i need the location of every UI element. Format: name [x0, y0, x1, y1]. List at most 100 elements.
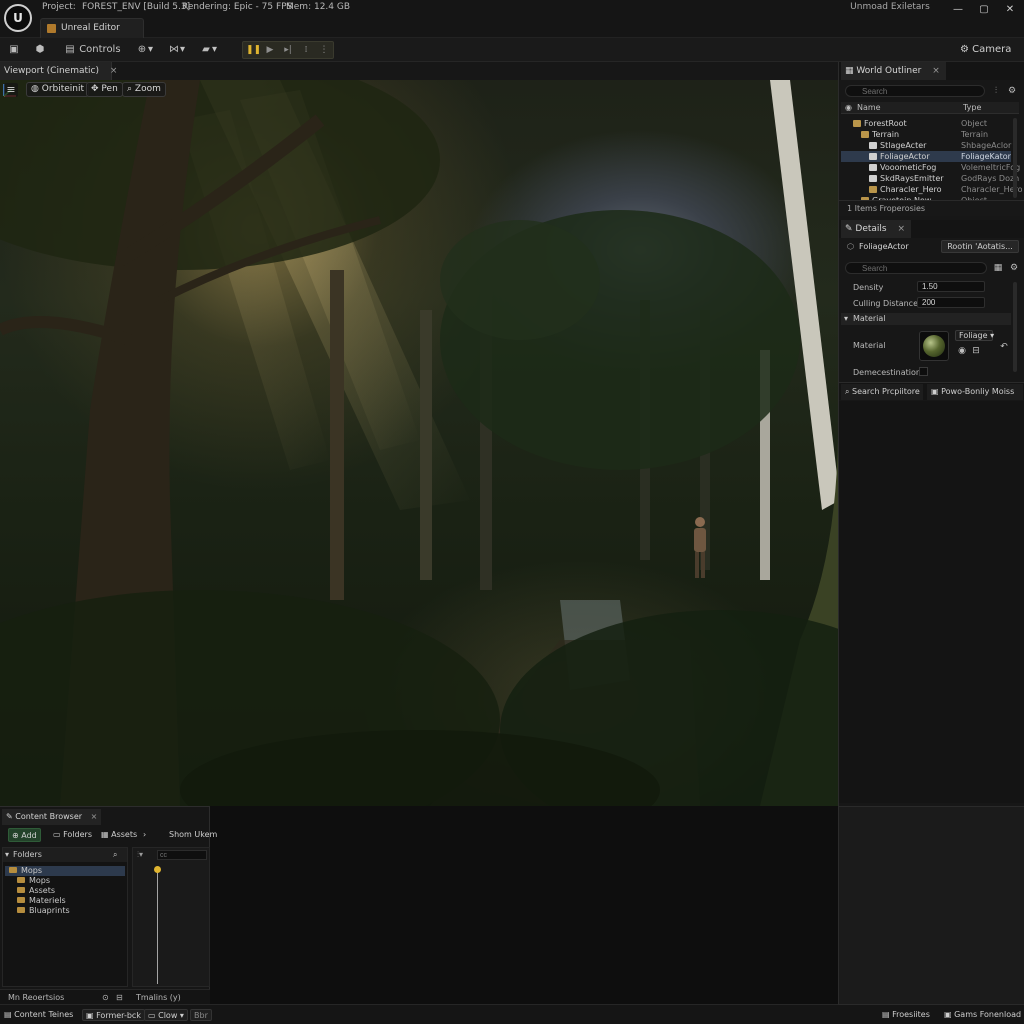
- save-icon[interactable]: ▣: [8, 42, 20, 58]
- filter-icon[interactable]: ⫶▾: [137, 850, 143, 860]
- zoom-button[interactable]: ⌕ Zoom: [122, 82, 166, 97]
- outliner-row-type: Object: [961, 119, 988, 128]
- content-drawer-button[interactable]: ▤ Content Teines: [4, 1009, 73, 1021]
- search-icon[interactable]: ⌕: [113, 848, 117, 862]
- close-icon[interactable]: ×: [91, 812, 98, 821]
- output-log-button[interactable]: ▣ Former-bck: [82, 1009, 145, 1021]
- settings-icon[interactable]: ⊙: [102, 992, 109, 1004]
- timeline-scrubber[interactable]: [157, 868, 158, 984]
- material-thumbnail[interactable]: [919, 331, 949, 361]
- close-icon[interactable]: ✕: [1002, 3, 1018, 17]
- viewport-scene[interactable]: [0, 80, 838, 806]
- outliner-row-type: VolemeltricFog: [961, 163, 1021, 172]
- details-search-input[interactable]: [845, 262, 987, 274]
- download-icon: ▣: [944, 1010, 952, 1019]
- chevron-down-icon: ▾: [179, 1011, 184, 1020]
- folder-item[interactable]: Bluaprints: [5, 906, 125, 916]
- folder-item[interactable]: Mops: [5, 876, 125, 886]
- add-button[interactable]: ⊕ Add: [8, 828, 41, 842]
- camera-button[interactable]: ⚙ Camera: [960, 42, 1011, 58]
- folder-item[interactable]: Materiels: [5, 896, 125, 906]
- material-label: Material: [853, 341, 886, 350]
- snap-icon[interactable]: ⊟: [116, 992, 123, 1004]
- actor-component-button[interactable]: Rootin 'Aotatis...: [941, 240, 1019, 253]
- outliner-row[interactable]: StlageActer ShbageAclor: [841, 140, 1011, 151]
- details-scrollbar[interactable]: [1013, 282, 1017, 372]
- tab-details[interactable]: ✎ Details ×: [841, 220, 912, 238]
- viewport-menu-icon[interactable]: ≡: [4, 83, 18, 97]
- more-prop-checkbox[interactable]: [919, 367, 928, 376]
- material-section-header[interactable]: ▾ Material: [841, 313, 1011, 325]
- outliner-row[interactable]: VooometicFog VolemeltricFog: [841, 162, 1020, 173]
- pan-button[interactable]: ✥ Pen: [86, 82, 123, 97]
- reset-icon[interactable]: ↶: [999, 342, 1009, 352]
- folders-button[interactable]: ▭ Folders: [50, 828, 95, 842]
- close-icon[interactable]: ×: [898, 224, 906, 234]
- tab-power-modes[interactable]: ▣ Powo-Bonliy Moiss: [927, 384, 1023, 400]
- show-item-button[interactable]: Shom Ukem: [166, 828, 220, 842]
- log-icon: ▣: [86, 1011, 94, 1020]
- density-field[interactable]: [917, 281, 985, 292]
- eject-icon[interactable]: ⁞: [299, 43, 313, 57]
- play-options-icon[interactable]: ⋮: [317, 43, 331, 57]
- filter-icon[interactable]: ⫶: [991, 86, 1001, 96]
- source-control-icon[interactable]: ⬢: [34, 42, 46, 58]
- pan-icon: ✥: [91, 84, 99, 94]
- tab-viewport[interactable]: Viewport (Cinematic) ×: [0, 62, 117, 80]
- chevron-down-icon: ▾: [844, 314, 849, 323]
- outliner-search-input[interactable]: [845, 85, 985, 97]
- assets-button[interactable]: ▦ Assets: [98, 828, 140, 842]
- tab-search-properties[interactable]: ⌕ Search Prcpiitore: [841, 384, 923, 400]
- culling-distance-field[interactable]: [917, 297, 985, 308]
- favorites-button[interactable]: ▤ Froesiites: [882, 1009, 930, 1021]
- close-icon[interactable]: ×: [110, 66, 118, 76]
- details-icon: ✎: [845, 224, 853, 234]
- folder-item[interactable]: Assets: [5, 886, 125, 896]
- use-selected-icon[interactable]: ⊟: [971, 346, 981, 356]
- outliner-row[interactable]: Terrain Terrain: [841, 129, 1011, 140]
- tab-world-outliner[interactable]: ▦ World Outliner ×: [841, 62, 946, 80]
- tab-content-browser[interactable]: ✎ Content Browser ×: [2, 809, 102, 825]
- window-tab[interactable]: Unreal Editor: [40, 18, 144, 38]
- visibility-icon: ◉: [845, 103, 852, 112]
- scrubber-handle-icon[interactable]: [154, 866, 161, 873]
- camera-label: Camera: [972, 44, 1012, 55]
- outliner-row[interactable]: SkdRaysEmitter GodRays Dozh: [841, 173, 1019, 184]
- console-input[interactable]: Bbr: [190, 1009, 212, 1021]
- step-icon[interactable]: ▸|: [281, 43, 295, 57]
- col-name[interactable]: Name: [857, 102, 881, 114]
- maximize-icon[interactable]: ▢: [976, 3, 992, 17]
- browse-icon[interactable]: ◉: [957, 346, 967, 356]
- folders-header-label: Folders: [13, 850, 42, 859]
- outliner-scrollbar[interactable]: [1013, 118, 1017, 198]
- gear-icon[interactable]: ⚙: [1009, 263, 1019, 273]
- gear-icon[interactable]: ⚙: [1007, 86, 1017, 96]
- material-select[interactable]: Foliage ▾: [955, 330, 994, 341]
- outliner-row[interactable]: FoliageActor FoliageKator: [841, 151, 1011, 162]
- chevron-right-icon[interactable]: ›: [140, 828, 149, 842]
- outliner-row[interactable]: ForestRoot Object: [841, 118, 1011, 129]
- close-icon[interactable]: ×: [932, 66, 940, 76]
- add-actor-dropdown[interactable]: ⊕ ▾: [136, 42, 153, 58]
- cmd-dropdown[interactable]: ▭ Clow ▾: [144, 1009, 188, 1021]
- right-status-bar: ▤ Froesiites ▣ Gams Fonenload: [838, 1004, 1024, 1024]
- chevron-down-icon: ▾: [5, 850, 10, 859]
- promo-link[interactable]: Unmoad Exiletars: [848, 2, 932, 16]
- col-type[interactable]: Type: [963, 102, 981, 114]
- minimize-icon[interactable]: —: [950, 3, 966, 17]
- blueprint-dropdown[interactable]: ⋈▾: [168, 42, 185, 58]
- pause-icon[interactable]: ❚❚: [246, 43, 261, 57]
- cinematics-dropdown[interactable]: ▰ ▾: [200, 42, 217, 58]
- asset-filter-input[interactable]: [157, 850, 207, 860]
- grid-view-icon[interactable]: ▦: [993, 263, 1003, 273]
- unreal-logo-icon[interactable]: U: [4, 4, 32, 32]
- outliner-row[interactable]: Characler_Hero Characler_Hero: [841, 184, 1023, 195]
- folder-item[interactable]: Mops: [5, 866, 125, 876]
- controls-button[interactable]: ▤ Controls: [64, 42, 120, 58]
- orbit-button[interactable]: ◍ Orbiteinit: [26, 82, 90, 97]
- outliner-row-type: GodRays Dozh: [961, 174, 1020, 183]
- right-empty-area: [839, 401, 1024, 803]
- main-toolbar: ▣ ⬢ ▤ Controls ⊕ ▾ ⋈▾ ▰ ▾ ❚❚ ▶ ▸| ⁞ ⋮ ⚙ Ca…: [0, 38, 1024, 62]
- downloads-button[interactable]: ▣ Gams Fonenload: [944, 1009, 1021, 1021]
- play-icon[interactable]: ▶: [263, 43, 277, 57]
